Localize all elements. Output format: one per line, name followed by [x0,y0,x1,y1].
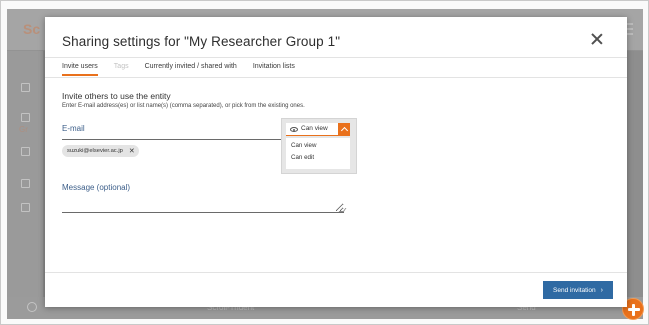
dialog-title: Sharing settings for "My Researcher Grou… [62,34,341,49]
tab-currently-invited[interactable]: Currently invited / shared with [145,60,237,74]
gear-icon [27,302,37,312]
email-field-label: E-mail [62,124,85,133]
email-chip-text: suzuki@elsevier.ac.jp [67,148,123,154]
sidebar-list-icon [21,203,30,212]
divider [45,57,627,58]
close-icon[interactable] [589,31,605,47]
option-can-edit[interactable]: Can edit [291,154,314,161]
background-sidebar: Gr [7,51,43,319]
sidebar-user-icon [21,113,30,122]
eye-icon [290,127,298,132]
tab-invitation-lists[interactable]: Invitation lists [253,60,295,74]
sidebar-doc-icon [21,147,30,156]
section-heading: Invite others to use the entity [62,91,171,101]
send-invitation-button[interactable]: Send invitation › [543,281,613,299]
sidebar-home-icon [21,83,30,92]
send-button-label: Send invitation [553,286,596,294]
chevron-up-icon[interactable] [338,123,350,135]
message-field[interactable] [62,197,344,213]
chevron-right-icon: › [600,286,603,294]
sidebar-folder-icon [21,179,30,188]
email-chip: suzuki@elsevier.ac.jp ✕ [62,145,139,157]
screenshot-frame: Sc Gr Scroll-Trident Send Sharing settin… [0,0,649,325]
background-logo: Sc [23,21,41,37]
permission-selected-value: Can view [301,125,328,132]
resize-handle-icon[interactable] [338,208,347,212]
sharing-settings-dialog: Sharing settings for "My Researcher Grou… [45,17,627,307]
permission-dropdown-panel: Can view Can view Can edit [281,118,357,174]
divider [45,272,627,273]
permission-select[interactable]: Can view [286,123,350,136]
instructions-text: Enter E-mail address(es) or list name(s)… [62,103,305,109]
message-field-label: Message (optional) [62,183,131,192]
tab-bar: Invite users Tags Currently invited / sh… [62,60,311,78]
option-can-view[interactable]: Can view [291,142,316,149]
divider [45,77,627,78]
email-field[interactable] [62,139,282,140]
remove-chip-icon[interactable]: ✕ [129,147,135,155]
tab-tags[interactable]: Tags [114,60,129,74]
tab-invite-users[interactable]: Invite users [62,60,98,76]
permission-menu: Can view Can edit [286,138,350,169]
sidebar-item-label: Gr [19,125,28,134]
